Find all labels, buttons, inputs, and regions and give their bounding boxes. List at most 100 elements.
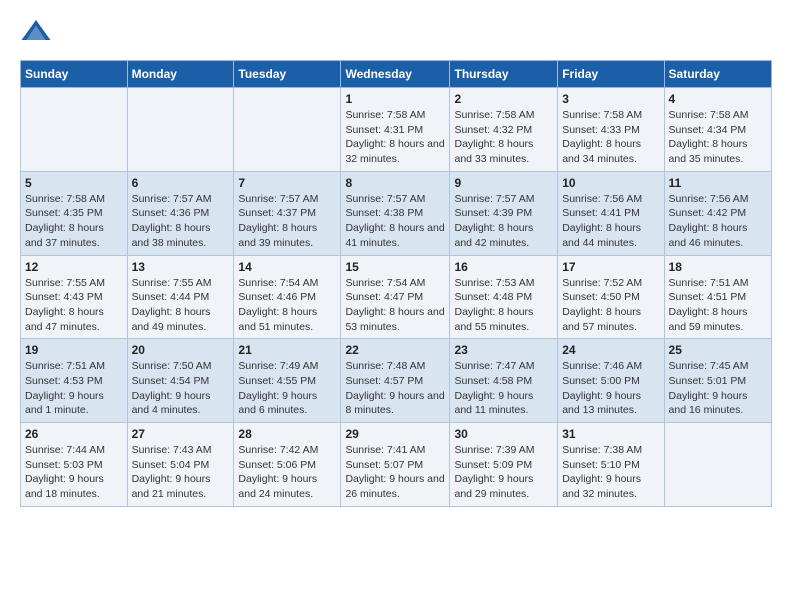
day-number: 21 [238, 343, 336, 357]
calendar-cell: 31 Sunrise: 7:38 AMSunset: 5:10 PMDayligh… [558, 423, 664, 507]
calendar-cell: 30 Sunrise: 7:39 AMSunset: 5:09 PMDayligh… [450, 423, 558, 507]
day-info: Sunrise: 7:57 AMSunset: 4:37 PMDaylight:… [238, 192, 336, 251]
calendar-cell: 7 Sunrise: 7:57 AMSunset: 4:37 PMDaylight… [234, 171, 341, 255]
day-number: 18 [669, 260, 767, 274]
week-row-4: 19Sunrise: 7:51 AMSunset: 4:53 PMDayligh… [21, 339, 772, 423]
calendar-cell: 14 Sunrise: 7:54 AMSunset: 4:46 PMDayligh… [234, 255, 341, 339]
day-info: Sunrise: 7:58 AMSunset: 4:32 PMDaylight:… [454, 108, 553, 167]
calendar-table: SundayMondayTuesdayWednesdayThursdayFrid… [20, 60, 772, 507]
day-number: 28 [238, 427, 336, 441]
col-header-friday: Friday [558, 61, 664, 88]
day-info: Sunrise: 7:56 AMSunset: 4:42 PMDaylight:… [669, 192, 767, 251]
day-number: 11 [669, 176, 767, 190]
calendar-cell: 2Sunrise: 7:58 AMSunset: 4:32 PMDaylight… [450, 88, 558, 172]
day-number: 23 [454, 343, 553, 357]
calendar-cell: 25 Sunrise: 7:45 AMSunset: 5:01 PMDayligh… [664, 339, 771, 423]
day-number: 14 [238, 260, 336, 274]
day-info: Sunrise: 7:53 AMSunset: 4:48 PMDaylight:… [454, 276, 553, 335]
day-number: 4 [669, 92, 767, 106]
col-header-sunday: Sunday [21, 61, 128, 88]
logo-icon [20, 16, 52, 48]
day-number: 8 [345, 176, 445, 190]
calendar-cell: 18 Sunrise: 7:51 AMSunset: 4:51 PMDayligh… [664, 255, 771, 339]
day-info: Sunrise: 7:43 AMSunset: 5:04 PMDaylight:… [132, 443, 230, 502]
calendar-cell: 4 Sunrise: 7:58 AMSunset: 4:34 PMDaylight… [664, 88, 771, 172]
day-info: Sunrise: 7:39 AMSunset: 5:09 PMDaylight:… [454, 443, 553, 502]
day-number: 9 [454, 176, 553, 190]
week-row-1: 1Sunrise: 7:58 AMSunset: 4:31 PMDaylight… [21, 88, 772, 172]
calendar-cell: 21 Sunrise: 7:49 AMSunset: 4:55 PMDayligh… [234, 339, 341, 423]
day-number: 20 [132, 343, 230, 357]
day-info: Sunrise: 7:42 AMSunset: 5:06 PMDaylight:… [238, 443, 336, 502]
week-row-5: 26 Sunrise: 7:44 AMSunset: 5:03 PMDayligh… [21, 423, 772, 507]
calendar-cell: 29 Sunrise: 7:41 AMSunset: 5:07 PMDayligh… [341, 423, 450, 507]
calendar-cell [234, 88, 341, 172]
col-header-monday: Monday [127, 61, 234, 88]
day-info: Sunrise: 7:52 AMSunset: 4:50 PMDaylight:… [562, 276, 659, 335]
day-info: Sunrise: 7:38 AMSunset: 5:10 PMDaylight:… [562, 443, 659, 502]
day-info: Sunrise: 7:58 AMSunset: 4:33 PMDaylight:… [562, 108, 659, 167]
day-info: Sunrise: 7:55 AMSunset: 4:44 PMDaylight:… [132, 276, 230, 335]
day-info: Sunrise: 7:57 AMSunset: 4:39 PMDaylight:… [454, 192, 553, 251]
day-info: Sunrise: 7:46 AMSunset: 5:00 PMDaylight:… [562, 359, 659, 418]
calendar-cell: 19Sunrise: 7:51 AMSunset: 4:53 PMDayligh… [21, 339, 128, 423]
calendar-cell: 20Sunrise: 7:50 AMSunset: 4:54 PMDayligh… [127, 339, 234, 423]
day-info: Sunrise: 7:58 AMSunset: 4:31 PMDaylight:… [345, 108, 445, 167]
day-number: 30 [454, 427, 553, 441]
day-info: Sunrise: 7:55 AMSunset: 4:43 PMDaylight:… [25, 276, 123, 335]
col-header-wednesday: Wednesday [341, 61, 450, 88]
calendar-cell: 26 Sunrise: 7:44 AMSunset: 5:03 PMDayligh… [21, 423, 128, 507]
col-header-thursday: Thursday [450, 61, 558, 88]
calendar-cell: 11 Sunrise: 7:56 AMSunset: 4:42 PMDayligh… [664, 171, 771, 255]
header [20, 16, 772, 48]
day-number: 27 [132, 427, 230, 441]
calendar-cell: 6 Sunrise: 7:57 AMSunset: 4:36 PMDaylight… [127, 171, 234, 255]
day-info: Sunrise: 7:54 AMSunset: 4:47 PMDaylight:… [345, 276, 445, 335]
day-number: 12 [25, 260, 123, 274]
day-number: 24 [562, 343, 659, 357]
calendar-cell: 23 Sunrise: 7:47 AMSunset: 4:58 PMDayligh… [450, 339, 558, 423]
day-info: Sunrise: 7:47 AMSunset: 4:58 PMDaylight:… [454, 359, 553, 418]
calendar-cell [21, 88, 128, 172]
week-row-2: 5Sunrise: 7:58 AMSunset: 4:35 PMDaylight… [21, 171, 772, 255]
day-info: Sunrise: 7:44 AMSunset: 5:03 PMDaylight:… [25, 443, 123, 502]
day-number: 29 [345, 427, 445, 441]
page: SundayMondayTuesdayWednesdayThursdayFrid… [0, 0, 792, 523]
day-number: 19 [25, 343, 123, 357]
day-number: 5 [25, 176, 123, 190]
calendar-cell: 16 Sunrise: 7:53 AMSunset: 4:48 PMDayligh… [450, 255, 558, 339]
calendar-cell: 13 Sunrise: 7:55 AMSunset: 4:44 PMDayligh… [127, 255, 234, 339]
day-info: Sunrise: 7:48 AMSunset: 4:57 PMDaylight:… [345, 359, 445, 418]
day-number: 25 [669, 343, 767, 357]
day-number: 22 [345, 343, 445, 357]
calendar-cell: 3 Sunrise: 7:58 AMSunset: 4:33 PMDaylight… [558, 88, 664, 172]
day-number: 31 [562, 427, 659, 441]
day-info: Sunrise: 7:49 AMSunset: 4:55 PMDaylight:… [238, 359, 336, 418]
day-info: Sunrise: 7:51 AMSunset: 4:51 PMDaylight:… [669, 276, 767, 335]
day-number: 17 [562, 260, 659, 274]
day-number: 7 [238, 176, 336, 190]
calendar-header-row: SundayMondayTuesdayWednesdayThursdayFrid… [21, 61, 772, 88]
calendar-cell: 17 Sunrise: 7:52 AMSunset: 4:50 PMDayligh… [558, 255, 664, 339]
day-number: 15 [345, 260, 445, 274]
day-info: Sunrise: 7:41 AMSunset: 5:07 PMDaylight:… [345, 443, 445, 502]
day-number: 3 [562, 92, 659, 106]
calendar-cell: 1Sunrise: 7:58 AMSunset: 4:31 PMDaylight… [341, 88, 450, 172]
day-info: Sunrise: 7:57 AMSunset: 4:38 PMDaylight:… [345, 192, 445, 251]
day-number: 13 [132, 260, 230, 274]
calendar-cell: 24 Sunrise: 7:46 AMSunset: 5:00 PMDayligh… [558, 339, 664, 423]
day-info: Sunrise: 7:45 AMSunset: 5:01 PMDaylight:… [669, 359, 767, 418]
day-info: Sunrise: 7:56 AMSunset: 4:41 PMDaylight:… [562, 192, 659, 251]
day-info: Sunrise: 7:58 AMSunset: 4:34 PMDaylight:… [669, 108, 767, 167]
calendar-cell: 10 Sunrise: 7:56 AMSunset: 4:41 PMDayligh… [558, 171, 664, 255]
day-number: 16 [454, 260, 553, 274]
calendar-cell [664, 423, 771, 507]
day-number: 6 [132, 176, 230, 190]
calendar-cell: 8 Sunrise: 7:57 AMSunset: 4:38 PMDaylight… [341, 171, 450, 255]
col-header-saturday: Saturday [664, 61, 771, 88]
day-info: Sunrise: 7:54 AMSunset: 4:46 PMDaylight:… [238, 276, 336, 335]
day-number: 10 [562, 176, 659, 190]
day-info: Sunrise: 7:57 AMSunset: 4:36 PMDaylight:… [132, 192, 230, 251]
day-number: 26 [25, 427, 123, 441]
col-header-tuesday: Tuesday [234, 61, 341, 88]
